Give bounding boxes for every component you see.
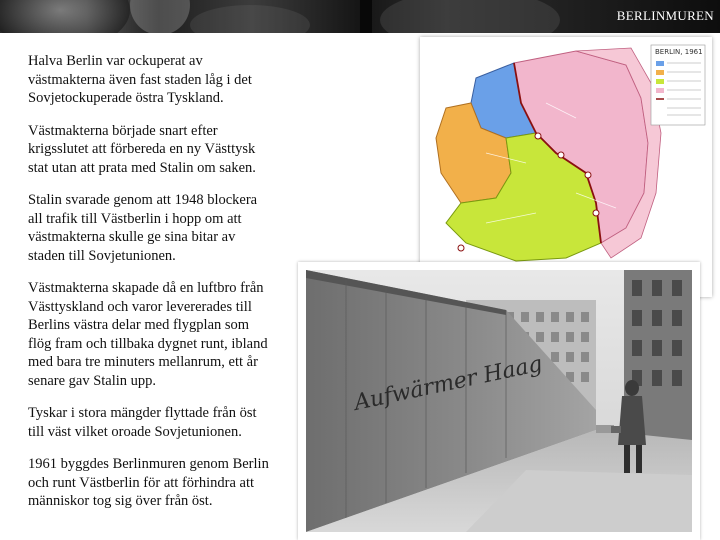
banner-texture [0, 0, 560, 33]
berlin-wall-photo: Aufwärmer Haag [298, 262, 700, 540]
paragraph-6: 1961 byggdes Berlinmuren genom Berlin oc… [28, 456, 269, 509]
wall-photo-image: Aufwärmer Haag [306, 270, 692, 532]
paragraph-5: Tyskar i stora mängder flyttade från öst… [28, 405, 257, 440]
banner-title: BERLINMUREN [616, 8, 714, 23]
header-banner: BERLINMUREN [0, 0, 720, 33]
paragraph-1: Halva Berlin var ockuperat av västmakter… [28, 53, 252, 106]
paragraph-3: Stalin svarade genom att 1948 blockera a… [28, 192, 258, 264]
body-text: Halva Berlin var ockuperat av västmakter… [28, 52, 296, 525]
berlin-map-image: BERLIN, 1961 [420, 37, 712, 297]
paragraph-4: Västmakterna skapade då en luftbro från … [28, 280, 268, 389]
map-title: BERLIN, 1961 [655, 48, 703, 56]
berlin-sector-map: BERLIN, 1961 [426, 43, 706, 291]
paragraph-2: Västmakterna började snart efter krigssl… [28, 122, 256, 176]
